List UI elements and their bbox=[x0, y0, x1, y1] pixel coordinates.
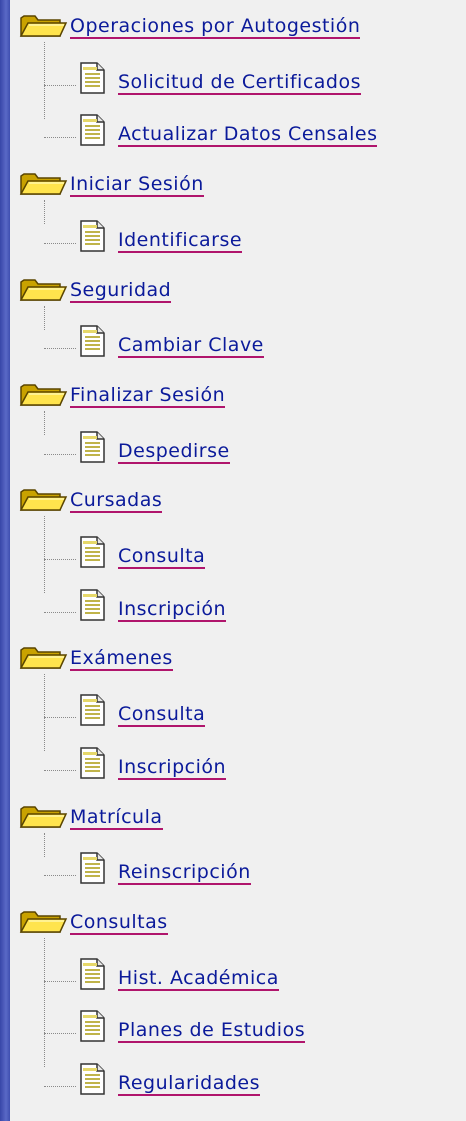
tree-item-row: Identificarse bbox=[10, 219, 466, 253]
tree-item-row: Despedirse bbox=[10, 430, 466, 464]
tree-item-row: Inscripción bbox=[10, 588, 466, 622]
document-icon[interactable] bbox=[78, 219, 108, 253]
tree-folder-row: Operaciones por Autogestión bbox=[10, 8, 466, 42]
folder-open-icon[interactable] bbox=[18, 379, 68, 409]
document-icon[interactable] bbox=[78, 746, 108, 780]
folder-link[interactable]: Operaciones por Autogestión bbox=[70, 15, 361, 39]
folder-link[interactable]: Seguridad bbox=[70, 279, 172, 303]
tree-branch-line bbox=[44, 1086, 76, 1087]
tree-item-row: Hist. Académica bbox=[10, 957, 466, 991]
tree-item-row: Cambiar Clave bbox=[10, 324, 466, 359]
tree-item-link[interactable]: Consulta bbox=[118, 703, 206, 728]
document-icon[interactable] bbox=[78, 1009, 108, 1043]
tree-folder-row: Exámenes bbox=[10, 640, 466, 674]
window-frame: Operaciones por Autogestión Solicitud de… bbox=[0, 0, 466, 1121]
folder-open-icon[interactable] bbox=[18, 484, 68, 514]
tree-item-row: Consulta bbox=[10, 693, 466, 728]
folder-link[interactable]: Matrícula bbox=[70, 806, 163, 830]
tree-item-link[interactable]: Hist. Académica bbox=[118, 967, 279, 991]
tree-branch-line bbox=[44, 1033, 76, 1035]
folder-open-icon[interactable] bbox=[18, 168, 68, 198]
tree-branch-line bbox=[44, 559, 76, 560]
document-icon[interactable] bbox=[78, 535, 108, 569]
tree-branch-line bbox=[44, 84, 76, 86]
tree-item-link[interactable]: Planes de Estudios bbox=[118, 1019, 306, 1044]
tree-branch-line bbox=[44, 348, 76, 350]
tree-branch-line bbox=[44, 137, 76, 139]
tree-folder-row: Consultas bbox=[10, 904, 466, 938]
document-icon[interactable] bbox=[78, 851, 108, 885]
tree-item-link[interactable]: Consulta bbox=[118, 545, 206, 569]
tree-item-link[interactable]: Identificarse bbox=[118, 229, 243, 253]
tree-item-link[interactable]: Inscripción bbox=[118, 756, 227, 780]
tree-item-link[interactable]: Inscripción bbox=[118, 598, 227, 622]
tree-item-row: Inscripción bbox=[10, 746, 466, 780]
folder-open-icon[interactable] bbox=[18, 274, 68, 304]
document-icon[interactable] bbox=[78, 957, 108, 991]
folder-link[interactable]: Iniciar Sesión bbox=[70, 173, 204, 198]
folder-link[interactable]: Finalizar Sesión bbox=[70, 384, 226, 408]
document-icon[interactable] bbox=[78, 1062, 108, 1096]
tree-item-link[interactable]: Actualizar Datos Censales bbox=[118, 123, 378, 148]
tree-branch-line bbox=[44, 453, 76, 455]
tree-item-link[interactable]: Regularidades bbox=[118, 1072, 261, 1096]
navigation-panel: Operaciones por Autogestión Solicitud de… bbox=[10, 0, 466, 1121]
tree-item-row: Reinscripción bbox=[10, 851, 466, 886]
tree-branch-line bbox=[44, 769, 76, 771]
tree-branch-line bbox=[44, 717, 76, 719]
tree-item-row: Planes de Estudios bbox=[10, 1009, 466, 1044]
tree-folder-row: Matrícula bbox=[10, 799, 466, 833]
document-icon[interactable] bbox=[78, 693, 108, 727]
tree-item-link[interactable]: Solicitud de Certificados bbox=[118, 71, 361, 95]
tree-folder-row: Cursadas bbox=[10, 482, 466, 516]
document-icon[interactable] bbox=[78, 588, 108, 622]
folder-link[interactable]: Consultas bbox=[70, 911, 168, 935]
folder-link[interactable]: Cursadas bbox=[70, 489, 163, 514]
tree-folder-row: Iniciar Sesión bbox=[10, 166, 466, 200]
tree-item-row: Actualizar Datos Censales bbox=[10, 113, 466, 148]
navigation-tree: Operaciones por Autogestión Solicitud de… bbox=[10, 0, 466, 1121]
document-icon[interactable] bbox=[78, 430, 108, 464]
tree-item-link[interactable]: Cambiar Clave bbox=[118, 334, 264, 359]
tree-item-link[interactable]: Reinscripción bbox=[118, 861, 251, 886]
folder-open-icon[interactable] bbox=[18, 801, 68, 831]
tree-branch-line bbox=[44, 980, 76, 982]
folder-open-icon[interactable] bbox=[18, 10, 68, 40]
tree-branch-line bbox=[44, 242, 76, 244]
tree-item-link[interactable]: Despedirse bbox=[118, 440, 230, 464]
folder-link[interactable]: Exámenes bbox=[70, 647, 173, 672]
folder-open-icon[interactable] bbox=[18, 642, 68, 672]
document-icon[interactable] bbox=[78, 324, 108, 358]
tree-branch-line bbox=[44, 611, 76, 613]
document-icon[interactable] bbox=[78, 61, 108, 95]
tree-branch-line bbox=[44, 875, 76, 877]
folder-open-icon[interactable] bbox=[18, 906, 68, 936]
tree-item-row: Regularidades bbox=[10, 1062, 466, 1096]
tree-item-row: Consulta bbox=[10, 535, 466, 569]
document-icon[interactable] bbox=[78, 113, 108, 147]
tree-item-row: Solicitud de Certificados bbox=[10, 61, 466, 95]
tree-folder-row: Seguridad bbox=[10, 272, 466, 306]
tree-folder-row: Finalizar Sesión bbox=[10, 377, 466, 411]
